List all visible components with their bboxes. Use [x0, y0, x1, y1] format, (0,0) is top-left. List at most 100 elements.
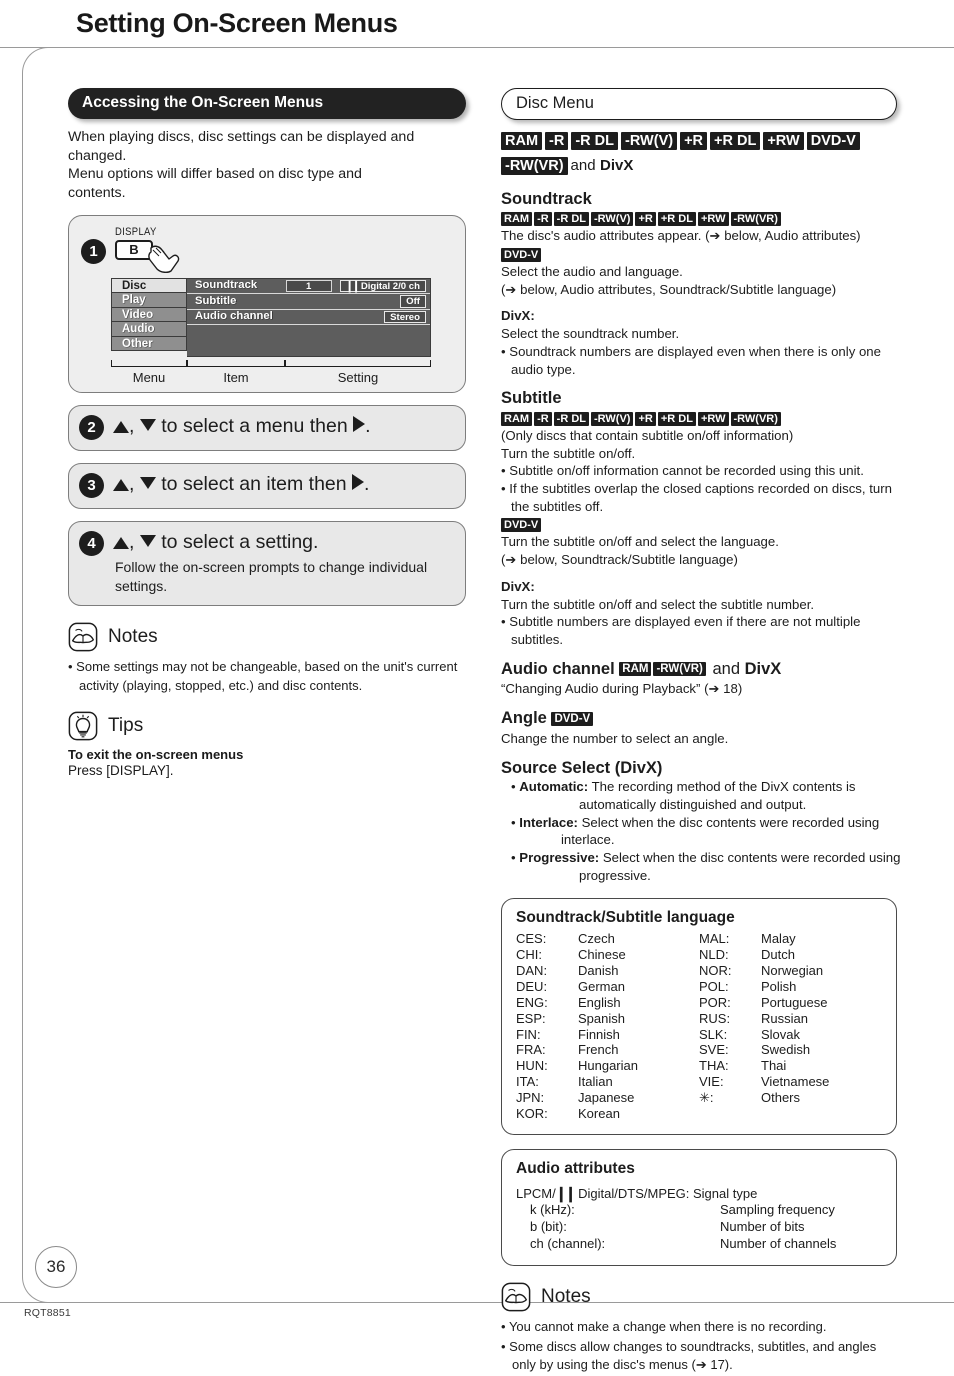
- document-code: RQT8851: [24, 1307, 71, 1319]
- language-code: MAL:: [699, 931, 730, 947]
- header-divx-label: DivX: [600, 156, 634, 174]
- subtitle-line-2: Turn the subtitle on/off.: [501, 445, 636, 461]
- step-number-badge: 1: [81, 238, 106, 264]
- soundtrack-line-3: (➔ below, Audio attributes, Soundtrack/S…: [501, 281, 837, 297]
- language-box: Soundtrack/Subtitle language CES: Czech C…: [501, 898, 897, 1135]
- soundtrack-line-2: Select the audio and language.: [501, 264, 683, 280]
- source-select-item-interlace: Interlace: Select when the disc contents…: [511, 814, 901, 832]
- disc-format-badges: RAM -R -R DL -RW(V) +R +R DL +RW DVD-V -RW(VR) a…: [501, 129, 901, 179]
- language-name: Dutch: [761, 947, 795, 963]
- format-badge-plus-r: +R: [680, 131, 708, 150]
- legend-item: Item: [187, 360, 285, 385]
- step-4-card: 4 , to select a setting. Follow the on-s…: [68, 520, 466, 606]
- language-row: THA: Thai: [699, 1058, 882, 1074]
- format-badge-ram: RAM: [501, 131, 543, 150]
- page-title: Setting On-Screen Menus: [76, 8, 398, 38]
- language-code: THA:: [699, 1058, 729, 1074]
- page-frame-top-corner: [22, 47, 62, 87]
- lead-line-2: changed.: [68, 147, 127, 164]
- legend-menu: Menu: [111, 360, 187, 385]
- language-row: DAN: Danish: [516, 963, 699, 979]
- osd-menu-item-disc[interactable]: Disc: [111, 277, 187, 294]
- language-column-left: CES: Czech CHI: Chinese DAN: Danish DEU: Ger…: [516, 931, 699, 1121]
- language-grid: CES: Czech CHI: Chinese DAN: Danish DEU: Ger…: [516, 931, 882, 1121]
- language-code: RUS:: [699, 1010, 731, 1026]
- right-column: Disc Menu RAM -R -R DL -RW(V) +R +R DL +RW DVD-…: [501, 88, 901, 1376]
- osd-menu-column: Disc Play Video Audio Other: [111, 277, 187, 357]
- disc-menu-pill-title: Disc Menu: [501, 88, 897, 120]
- format-badge-dvd-v: DVD-V: [501, 518, 542, 533]
- soundtrack-dvdv-badge-row: DVD-V: [501, 247, 901, 262]
- osd-item-audio-channel-label: Audio channel: [195, 310, 273, 323]
- osd-empty-area: [187, 325, 430, 357]
- language-name: Italian: [578, 1074, 613, 1090]
- osd-item-column: Soundtrack 1 ❙❙ Digital 2/0 ch Subtitle O…: [187, 277, 431, 358]
- pointing-hand-icon: [148, 245, 180, 273]
- step-3-text: , to select an item then .: [113, 473, 369, 495]
- source-progressive-cont: progressive.: [579, 867, 651, 883]
- step-3-period: .: [364, 472, 370, 495]
- tips-line: Press [DISPLAY].: [68, 763, 174, 779]
- notes-header: Notes: [68, 622, 473, 652]
- audio-channel-heading: Audio channel RAM -RW(VR) and DivX: [501, 660, 901, 680]
- step-2-number: 2: [79, 414, 104, 440]
- language-row: NOR: Norwegian: [699, 963, 882, 979]
- arrow-down-icon: [139, 418, 156, 431]
- format-badge-plus-r-dl: +R DL: [657, 212, 696, 227]
- osd-menu-item-play[interactable]: Play: [111, 292, 187, 308]
- arrow-up-icon: [113, 478, 129, 491]
- osd-soundtrack-format[interactable]: ❙❙ Digital 2/0 ch: [339, 279, 426, 293]
- audio-attribute-key: b (bit):: [530, 1218, 567, 1234]
- language-row: DEU: German: [516, 979, 699, 995]
- osd-item-audio-channel[interactable]: Audio channel Stereo: [187, 310, 430, 326]
- format-badge-ram: RAM: [619, 662, 652, 677]
- language-name: Finnish: [578, 1026, 620, 1042]
- language-code: HUN:: [516, 1058, 548, 1074]
- legend-menu-label: Menu: [132, 370, 166, 386]
- osd-soundtrack-number[interactable]: 1: [285, 279, 332, 293]
- subtitle-line-3: Turn the subtitle on/off and select the …: [501, 534, 779, 550]
- header-rule: [0, 47, 954, 48]
- subtitle-bullet-1: Subtitle on/off information cannot be re…: [501, 462, 901, 480]
- osd-menu-item-other[interactable]: Other: [111, 335, 187, 351]
- language-code: NLD:: [699, 947, 729, 963]
- osd-audio-channel-value[interactable]: Stereo: [384, 310, 426, 324]
- lead-line-1: When playing discs, disc settings can be…: [68, 129, 415, 145]
- osd-menu-item-audio[interactable]: Audio: [111, 321, 187, 337]
- subtitle-bullet-3: Subtitle numbers are displayed even if t…: [501, 613, 901, 648]
- audio-attribute-row: k (kHz): Sampling frequency: [530, 1202, 882, 1219]
- arrow-up-icon: [113, 536, 129, 549]
- subtitle-badges: RAM -R -R DL -RW(V) +R +R DL +RW -RW(VR): [501, 411, 901, 426]
- source-automatic-text: The recording method of the DivX content…: [591, 779, 856, 795]
- osd-item-soundtrack[interactable]: Soundtrack 1 ❙❙ Digital 2/0 ch: [187, 279, 430, 295]
- step-2-card: 2 , to select a menu then .: [68, 404, 466, 451]
- subtitle-line-4: (➔ below, Soundtrack/Subtitle language): [501, 552, 738, 568]
- language-row: CHI: Chinese: [516, 947, 699, 963]
- subtitle-bullet-2: If the subtitles overlap the closed capt…: [501, 480, 901, 515]
- format-badge-r: -R: [534, 411, 552, 426]
- osd-item-subtitle[interactable]: Subtitle Off: [187, 294, 430, 310]
- language-code: NOR:: [699, 963, 732, 979]
- language-name: Polish: [761, 979, 797, 995]
- audio-signal-pre: LPCM/: [516, 1185, 556, 1201]
- language-code: POL:: [699, 979, 729, 995]
- format-badge-ram: RAM: [501, 212, 533, 227]
- language-name: German: [578, 979, 625, 995]
- language-name: Russian: [761, 1010, 808, 1026]
- language-name: Swedish: [761, 1042, 811, 1058]
- language-row: HUN: Hungarian: [516, 1058, 699, 1074]
- audio-signal-post: Digital/DTS/MPEG: Signal type: [574, 1185, 758, 1201]
- notes-title: Notes: [108, 625, 158, 647]
- osd-menu-item-video[interactable]: Video: [111, 306, 187, 323]
- language-code: CES:: [516, 931, 547, 947]
- format-badge-ram: RAM: [501, 411, 533, 426]
- step-3-label: to select an item then: [161, 472, 347, 495]
- tips-title: Tips: [108, 715, 144, 737]
- source-automatic-cont: automatically distinguished and output.: [579, 797, 807, 813]
- osd-subtitle-value[interactable]: Off: [400, 295, 426, 308]
- tips-bulb-icon: [68, 712, 98, 741]
- audio-attribute-value: Sampling frequency: [720, 1202, 835, 1218]
- right-notes-header: Notes: [501, 1282, 901, 1312]
- audio-attribute-value: Number of bits: [720, 1218, 805, 1234]
- step-1-illustration: 1 DISPLAY B Disc Play Video Audio Other …: [68, 214, 466, 393]
